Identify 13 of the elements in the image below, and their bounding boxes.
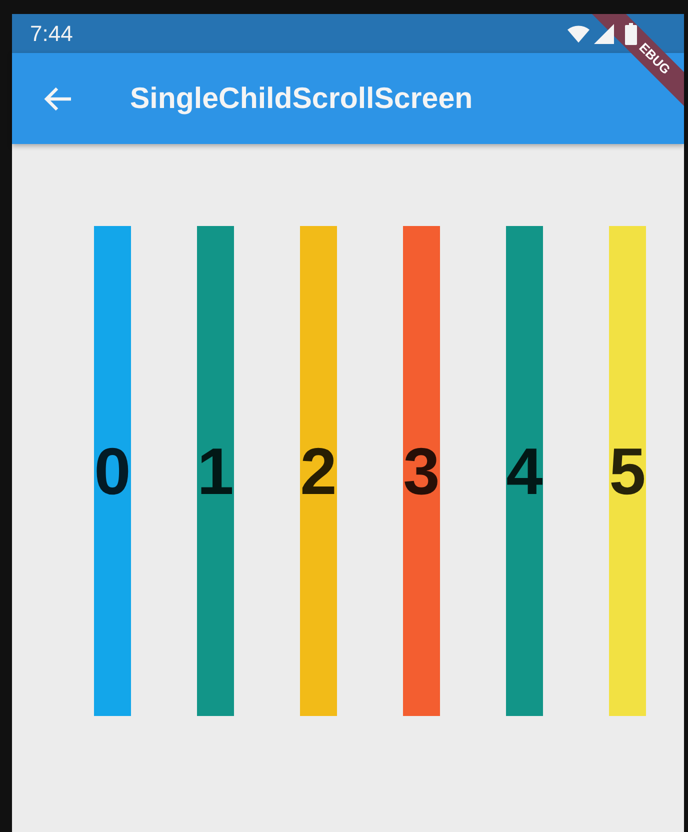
app-bar-title: SingleChildScrollScreen — [130, 82, 473, 116]
status-time: 7:44 — [30, 20, 73, 46]
battery-icon — [625, 22, 637, 44]
wifi-icon — [567, 24, 590, 42]
bar-number: 4 — [506, 438, 543, 504]
arrow-left-icon — [44, 86, 72, 110]
bar-number: 3 — [403, 438, 440, 504]
bar-number: 2 — [300, 438, 337, 504]
bar-number: 0 — [94, 438, 131, 504]
back-button[interactable] — [44, 86, 72, 110]
signal-icon — [594, 24, 614, 44]
bar-number: 1 — [197, 438, 234, 504]
bar-number: 5 — [609, 438, 646, 504]
